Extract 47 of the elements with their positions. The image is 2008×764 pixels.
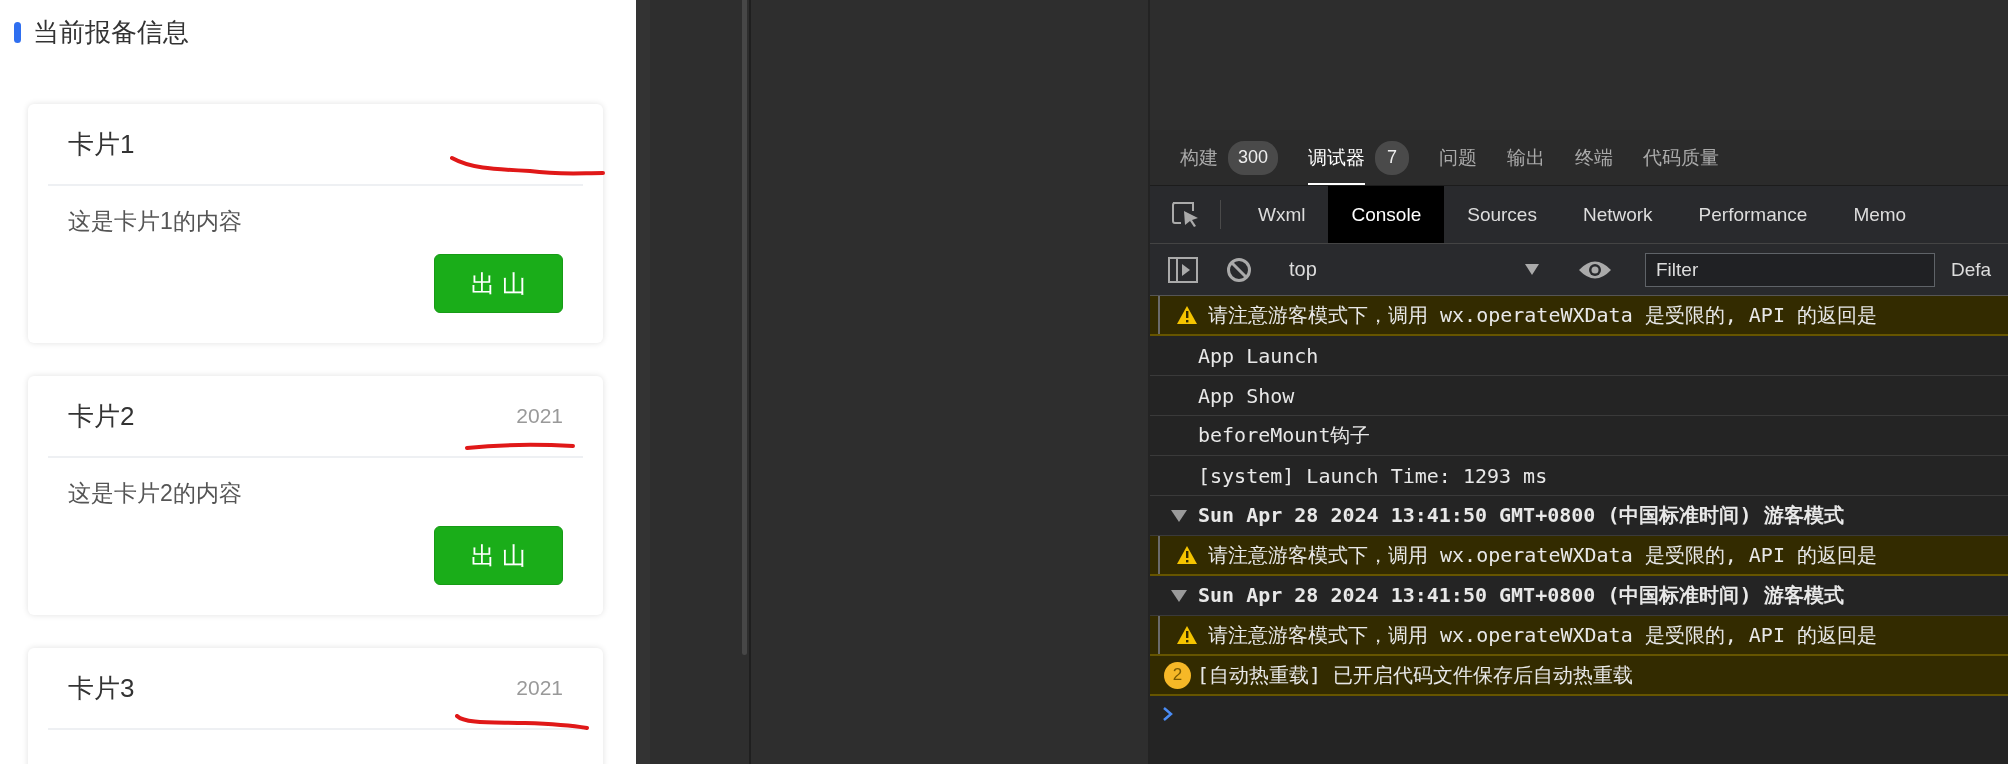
tool-tab[interactable]: Sources [1444, 186, 1560, 243]
clear-console-icon[interactable] [1226, 256, 1252, 283]
disclosure-triangle-icon[interactable] [1170, 508, 1188, 523]
tool-tab[interactable]: Performance [1675, 186, 1831, 243]
tool-tab[interactable]: Console [1328, 186, 1445, 243]
tool-tab[interactable]: Memo [1830, 186, 1930, 243]
panel-tab[interactable]: 构建 [1180, 130, 1218, 185]
console-message: [自动热重载] 已开启代码文件保存后自动热重载 [1197, 661, 1634, 689]
prompt-chevron-icon[interactable] [1162, 706, 1174, 722]
console-message: beforeMount钩子 [1198, 422, 1371, 449]
filter-field[interactable]: Filter [1645, 252, 1935, 287]
console-message: Sun Apr 28 2024 13:41:50 GMT+0800 (中国标准时间) 游客模式 [1198, 582, 1844, 609]
disclosure-triangle-icon[interactable] [1170, 588, 1188, 603]
warning-icon [1176, 305, 1198, 325]
heading-accent-bar [14, 21, 21, 43]
console-message: 请注意游客模式下，调用 wx.operateWXData 是受限的, API 的返回是 [1208, 541, 1877, 569]
section-heading: 当前报备信息 [33, 15, 189, 49]
card-extra-text: 2021 [516, 404, 563, 428]
tool-tab[interactable]: Wxml [1235, 186, 1329, 243]
console-message: 请注意游客模式下，调用 wx.operateWXData 是受限的, API 的返回是 [1208, 621, 1877, 649]
count-badge: 300 [1228, 140, 1279, 175]
context-select[interactable]: top [1271, 258, 1539, 281]
card-content-text: 这是卡片1的内容 [68, 207, 243, 236]
warning-icon [1176, 545, 1198, 565]
repeat-count-badge: 2 [1164, 661, 1191, 689]
caret-icon [1525, 264, 1539, 275]
warning-icon [1176, 625, 1198, 645]
scrollbar-thumb[interactable] [742, 0, 747, 655]
tool-tab[interactable]: Network [1559, 186, 1676, 243]
console-message: App Launch [1198, 343, 1319, 368]
card-title: 卡片3 [68, 671, 135, 705]
console-message: App Show [1198, 383, 1295, 408]
card-content-text: 这是卡片2的内容 [68, 479, 243, 508]
count-badge: 7 [1375, 140, 1410, 175]
panel-tab[interactable]: 输出 [1507, 130, 1546, 185]
console-message: Sun Apr 28 2024 13:41:50 GMT+0800 (中国标准时间) 游客模式 [1198, 502, 1844, 529]
console-message: [system] Launch Time: 1293 ms [1198, 463, 1548, 488]
card-extra-text: 2021 [516, 676, 563, 700]
card-title: 卡片1 [68, 127, 135, 161]
panel-tab[interactable]: 问题 [1439, 130, 1478, 185]
log-levels-dropdown[interactable]: Defa [1951, 258, 1992, 281]
sidebar-toggle-icon[interactable] [1168, 256, 1198, 283]
console-message: 请注意游客模式下，调用 wx.operateWXData 是受限的, API 的返回是 [1208, 301, 1877, 329]
card-title: 卡片2 [68, 399, 135, 433]
panel-tab[interactable]: 代码质量 [1643, 130, 1720, 185]
element-picker-icon[interactable] [1172, 201, 1200, 228]
panel-tab[interactable]: 终端 [1575, 130, 1614, 185]
